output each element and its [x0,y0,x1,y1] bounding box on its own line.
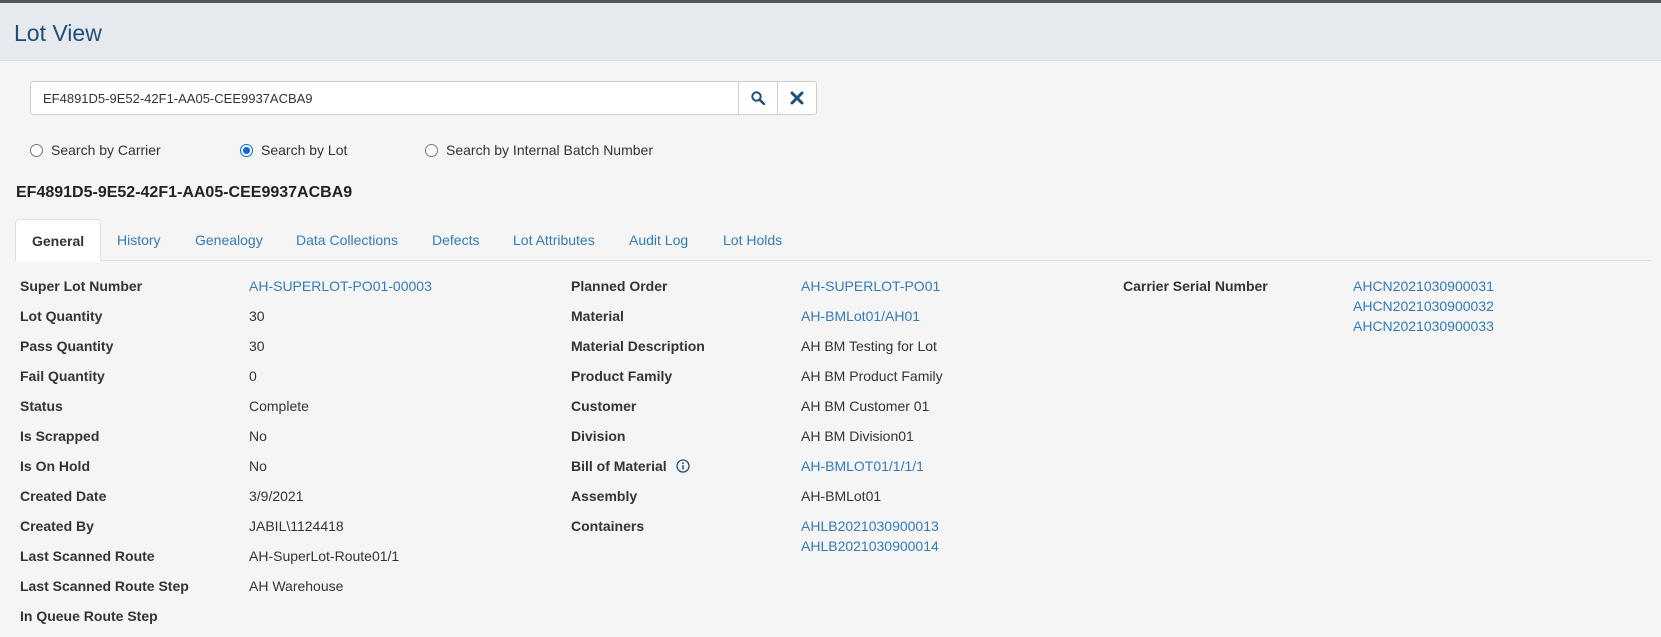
field-label: Material [571,308,624,324]
planned-order-link[interactable]: AH-SUPERLOT-PO01 [801,278,940,294]
radio-button[interactable] [30,143,43,157]
tab-audit-log[interactable]: Audit Log [629,219,688,261]
fail-quantity-value: 0 [249,368,257,384]
field-label: Customer [571,398,637,414]
field-label: Is On Hold [20,458,90,474]
field-label: Division [571,428,626,444]
search-input[interactable] [31,82,738,114]
assembly-value: AH-BMLot01 [801,488,882,504]
field-label: Pass Quantity [20,338,114,354]
field-label: Fail Quantity [20,368,105,384]
field-label: Last Scanned Route Step [20,578,189,594]
info-icon[interactable] [675,459,690,473]
field-label: Is Scrapped [20,428,100,444]
close-icon [790,91,804,105]
field-label: Assembly [571,488,638,504]
created-date-value: 3/9/2021 [249,488,304,504]
material-link[interactable]: AH-BMLot01/AH01 [801,308,920,324]
page-header: Lot View [0,3,1661,61]
tab-general[interactable]: General [15,219,102,262]
tab-lot-attributes[interactable]: Lot Attributes [513,219,595,261]
last-scanned-route-value: AH-SuperLot-Route01/1 [249,548,400,564]
radio-label: Search by Internal Batch Number [446,142,653,158]
status-value: Complete [249,398,309,414]
container-link[interactable]: AHLB2021030900013 [801,518,939,534]
carrier-serial-link[interactable]: AHCN2021030900031 [1353,278,1494,294]
radio-search-by-carrier[interactable]: Search by Carrier [30,142,161,158]
radio-button[interactable] [425,143,438,157]
radio-search-by-internal-batch[interactable]: Search by Internal Batch Number [425,142,653,158]
carrier-serial-link[interactable]: AHCN2021030900033 [1353,318,1494,334]
field-label: Containers [571,518,645,534]
last-scanned-route-step-value: AH Warehouse [249,578,344,594]
container-link[interactable]: AHLB2021030900014 [801,538,939,554]
field-label: Created Date [20,488,107,504]
radio-search-by-lot[interactable]: Search by Lot [240,142,347,158]
tab-bar: General History Genealogy Data Collectio… [15,219,1650,262]
pass-quantity-value: 30 [249,338,265,354]
radio-label: Search by Carrier [51,142,161,158]
search-icon [751,91,765,105]
field-label: Planned Order [571,278,668,294]
field-label: Created By [20,518,94,534]
tab-lot-holds[interactable]: Lot Holds [723,219,782,261]
field-label: Last Scanned Route [20,548,155,564]
division-value: AH BM Division01 [801,428,914,444]
field-label: Product Family [571,368,673,384]
clear-button[interactable] [777,82,816,114]
field-label: Carrier Serial Number [1123,278,1268,294]
field-label: Status [20,398,63,414]
tab-data-collections[interactable]: Data Collections [296,219,398,261]
tab-genealogy[interactable]: Genealogy [195,219,263,261]
material-description-value: AH BM Testing for Lot [801,338,937,354]
search-button[interactable] [738,82,777,114]
created-by-value: JABIL\1124418 [249,518,344,534]
field-label: Material Description [571,338,705,354]
is-scrapped-value: No [249,428,267,444]
bill-of-material-label: Bill of Material [571,458,690,474]
lot-id-heading: EF4891D5-9E52-42F1-AA05-CEE9937ACBA9 [16,184,353,201]
page-title: Lot View [14,20,102,46]
search-box [30,81,817,115]
tab-history[interactable]: History [117,219,161,261]
field-label: In Queue Route Step [20,608,158,624]
tab-defects[interactable]: Defects [432,219,479,261]
radio-button-selected[interactable] [240,143,253,157]
lot-quantity-value: 30 [249,308,265,324]
search-mode-group: Search by Carrier Search by Lot Search b… [0,142,1661,162]
product-family-value: AH BM Product Family [801,368,943,384]
carrier-serial-link[interactable]: AHCN2021030900032 [1353,298,1494,314]
super-lot-number-link[interactable]: AH-SUPERLOT-PO01-00003 [249,278,432,294]
is-on-hold-value: No [249,458,267,474]
field-label: Super Lot Number [20,278,143,294]
radio-label: Search by Lot [261,142,348,158]
customer-value: AH BM Customer 01 [801,398,930,414]
field-label-text: Bill of Material [571,458,667,474]
field-label: Lot Quantity [20,308,103,324]
bill-of-material-link[interactable]: AH-BMLOT01/1/1/1 [801,458,924,474]
